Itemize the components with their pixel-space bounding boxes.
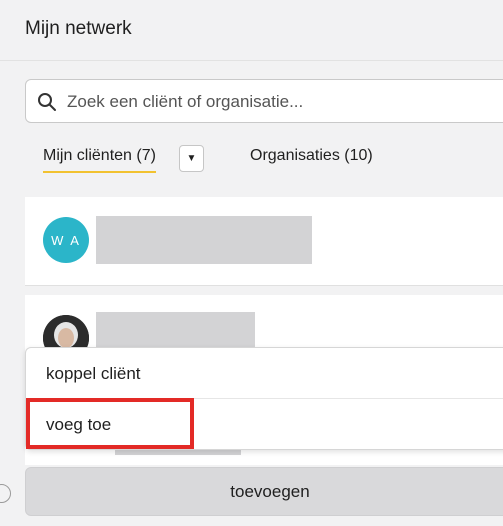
- search-box[interactable]: [25, 79, 503, 123]
- search-input[interactable]: [65, 89, 499, 115]
- header-bar: Mijn netwerk: [0, 0, 503, 61]
- search-icon: [38, 93, 56, 111]
- add-button[interactable]: toevoegen: [25, 467, 503, 516]
- redacted-name: [96, 312, 255, 352]
- tab-organisations[interactable]: Organisaties (10): [250, 147, 373, 165]
- client-list-item[interactable]: W A: [25, 197, 503, 286]
- tab-dropdown-button[interactable]: ▼: [179, 145, 204, 172]
- menu-item-link-client[interactable]: koppel cliënt: [26, 348, 503, 399]
- avatar: W A: [43, 217, 89, 263]
- chevron-down-icon: ▼: [186, 153, 197, 164]
- circle-icon: [0, 484, 11, 503]
- tab-my-clients[interactable]: Mijn cliënten (7): [43, 147, 156, 173]
- page-title: Mijn netwerk: [25, 18, 132, 39]
- redacted-name: [96, 216, 312, 264]
- highlight-box: [26, 398, 194, 449]
